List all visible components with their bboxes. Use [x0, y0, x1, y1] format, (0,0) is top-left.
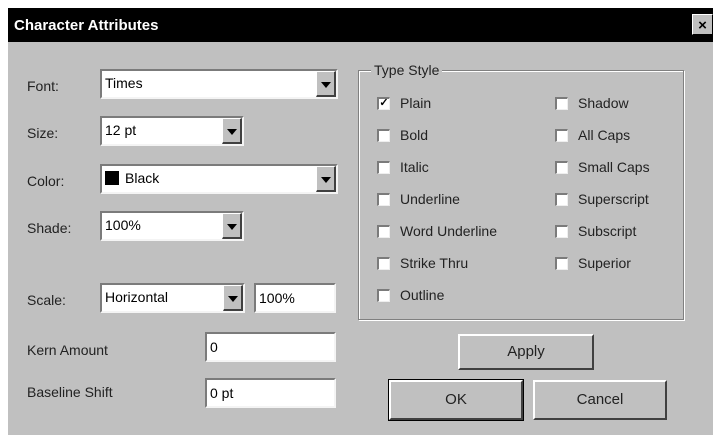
dialog-title: Character Attributes: [14, 17, 159, 34]
small-caps-checkbox-box[interactable]: [555, 161, 568, 174]
font-label: Font:: [27, 78, 59, 94]
baseline-shift-input[interactable]: [205, 378, 336, 408]
checkmark-icon: ✓: [379, 97, 389, 109]
word-underline-checkbox-box[interactable]: [377, 225, 390, 238]
checkbox-label: Superscript: [578, 191, 649, 207]
kern-amount-field[interactable]: [207, 334, 334, 360]
title-bar[interactable]: Character Attributes ×: [8, 8, 713, 42]
shade-select[interactable]: 100%: [100, 211, 244, 241]
checkbox-label: Shadow: [578, 95, 629, 111]
color-select-content: Black: [105, 170, 159, 186]
font-dropdown-chevron-down-icon[interactable]: [316, 71, 336, 97]
scale-dropdown-chevron-down-icon[interactable]: [223, 285, 243, 311]
superior-checkbox-box[interactable]: [555, 257, 568, 270]
size-select-value: 12 pt: [105, 122, 137, 138]
size-label: Size:: [27, 125, 59, 141]
ok-button[interactable]: OK: [388, 379, 524, 421]
checkbox-label: Subscript: [578, 223, 637, 239]
checkbox-label: All Caps: [578, 127, 631, 143]
color-swatch: [105, 171, 119, 185]
size-select[interactable]: 12 pt: [100, 116, 244, 146]
all-caps-checkbox-box[interactable]: [555, 129, 568, 142]
checkbox-label: Strike Thru: [400, 255, 469, 271]
type-style-group: Type Style ✓ Plain Bold Italic Underline…: [358, 62, 684, 320]
apply-button-label: Apply: [507, 343, 545, 360]
checkbox-label: Italic: [400, 159, 429, 175]
color-label: Color:: [27, 173, 65, 189]
bold-checkbox-box[interactable]: [377, 129, 390, 142]
scale-value-field[interactable]: [256, 285, 334, 311]
scale-label: Scale:: [27, 292, 66, 308]
strike-thru-checkbox-box[interactable]: [377, 257, 390, 270]
apply-button[interactable]: Apply: [458, 334, 594, 370]
checkbox-label: Outline: [400, 287, 445, 303]
cancel-button[interactable]: Cancel: [533, 380, 667, 420]
subscript-checkbox-box[interactable]: [555, 225, 568, 238]
type-style-legend: Type Style: [371, 62, 443, 78]
checkbox-label: Word Underline: [400, 223, 498, 239]
checkbox-label: Small Caps: [578, 159, 650, 175]
checkbox-label: Bold: [400, 127, 429, 143]
size-dropdown-chevron-down-icon[interactable]: [222, 118, 242, 144]
scale-direction-value: Horizontal: [105, 289, 169, 305]
checkbox-label: Underline: [400, 191, 460, 207]
ok-button-label: OK: [445, 391, 467, 408]
font-select[interactable]: Times: [100, 69, 338, 99]
baseline-shift-field[interactable]: [207, 380, 334, 406]
close-button[interactable]: ×: [692, 14, 713, 35]
baseline-shift-label: Baseline Shift: [27, 384, 113, 400]
plain-checkbox-box[interactable]: ✓: [377, 97, 390, 110]
checkbox-label: Superior: [578, 255, 631, 271]
outline-checkbox-box[interactable]: [377, 289, 390, 302]
checkbox-label: Plain: [400, 95, 432, 111]
font-select-value: Times: [105, 75, 143, 91]
superscript-checkbox-box[interactable]: [555, 193, 568, 206]
character-attributes-dialog: Character Attributes × Font: Times Size:…: [8, 8, 713, 435]
shade-dropdown-chevron-down-icon[interactable]: [222, 213, 242, 239]
color-select-value: Black: [125, 170, 160, 186]
kern-amount-input[interactable]: [205, 332, 336, 362]
shade-label: Shade:: [27, 220, 72, 236]
color-select[interactable]: Black: [100, 164, 338, 194]
shadow-checkbox-box[interactable]: [555, 97, 568, 110]
scale-direction-select[interactable]: Horizontal: [100, 283, 245, 313]
color-dropdown-chevron-down-icon[interactable]: [316, 166, 336, 192]
underline-checkbox-box[interactable]: [377, 193, 390, 206]
close-icon: ×: [698, 17, 707, 34]
italic-checkbox-box[interactable]: [377, 161, 390, 174]
shade-select-value: 100%: [105, 217, 141, 233]
kern-amount-label: Kern Amount: [27, 342, 108, 358]
cancel-button-label: Cancel: [576, 391, 624, 408]
scale-value-input[interactable]: [254, 283, 336, 313]
